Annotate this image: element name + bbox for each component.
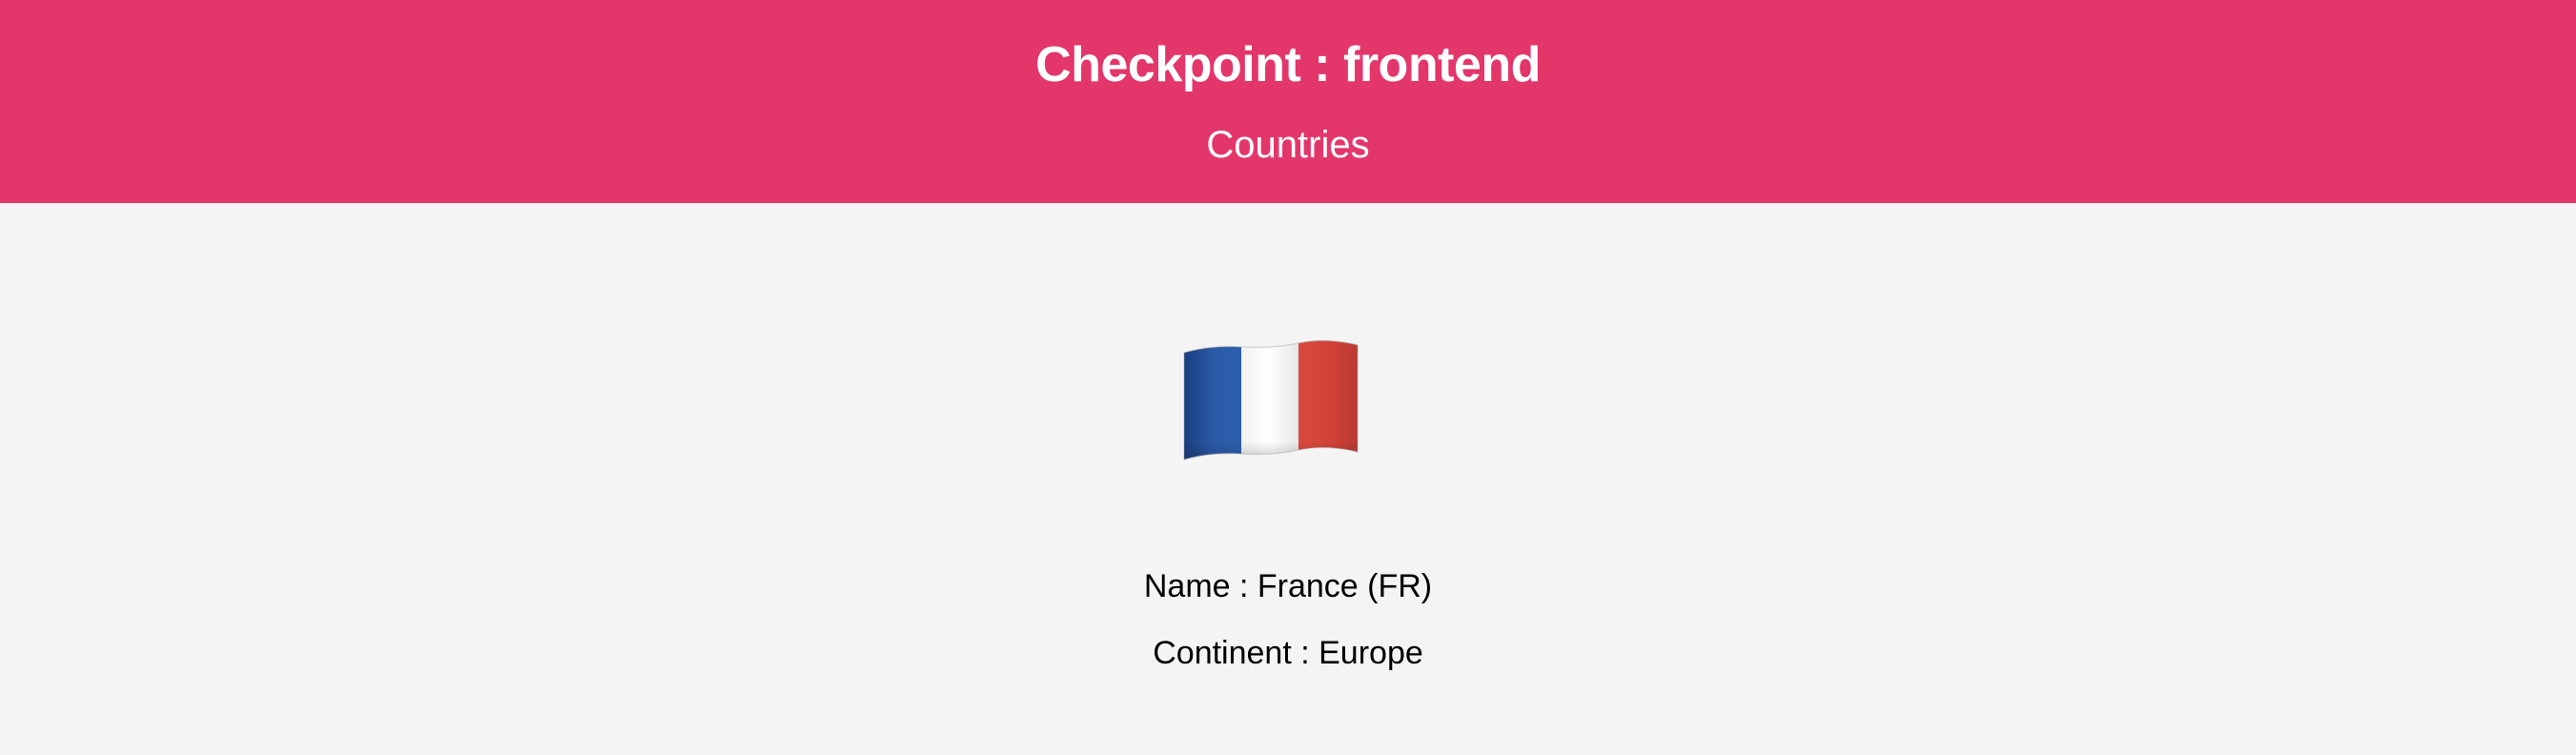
country-continent: Continent : Europe — [1153, 635, 1423, 671]
flag-france-icon — [1183, 339, 1359, 460]
country-card: Name : France (FR) Continent : Europe — [0, 203, 2576, 755]
page-header: Checkpoint : frontend Countries — [0, 0, 2576, 203]
page-title: Checkpoint : frontend — [1035, 37, 1541, 92]
page-subtitle: Countries — [1206, 124, 1370, 166]
country-name: Name : France (FR) — [1143, 568, 1433, 604]
